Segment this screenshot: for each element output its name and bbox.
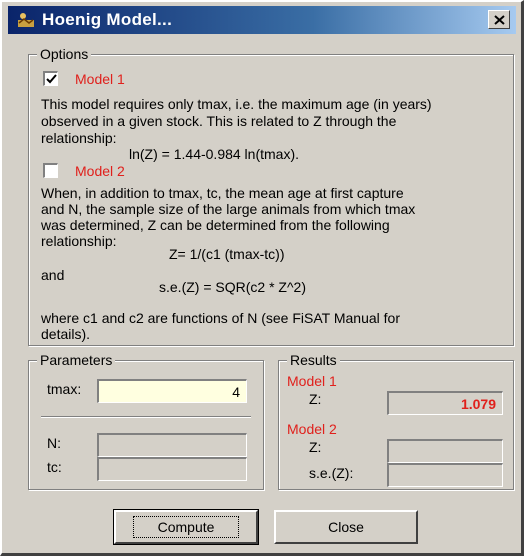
- model2-desc-line4: relationship:: [41, 233, 117, 249]
- n-input[interactable]: [97, 433, 247, 457]
- model2-note-line2: details).: [41, 326, 91, 342]
- hoenig-model-window: Hoenig Model... Options Model 1 This mod…: [0, 0, 524, 556]
- results-legend: Results: [287, 351, 340, 369]
- tc-input[interactable]: [97, 457, 247, 481]
- results-model2-label: Model 2: [287, 421, 337, 437]
- model1-desc-line1: This model requires only tmax, i.e. the …: [41, 96, 432, 112]
- close-icon: [493, 14, 505, 25]
- close-button[interactable]: Close: [274, 510, 418, 544]
- tmax-input[interactable]: 4: [97, 379, 247, 403]
- model1-checkbox[interactable]: [43, 71, 58, 86]
- close-window-button[interactable]: [488, 10, 510, 29]
- model2-desc-line2: and N, the sample size of the large anim…: [41, 201, 416, 217]
- title-bar[interactable]: Hoenig Model...: [8, 6, 516, 34]
- se-label: s.e.(Z):: [309, 465, 354, 481]
- results-model1-label: Model 1: [287, 373, 337, 389]
- model2-desc-line3: was determined, Z can be determined from…: [41, 217, 390, 233]
- tc-label: tc:: [47, 459, 62, 475]
- options-legend: Options: [37, 45, 92, 63]
- z2-output: [387, 439, 503, 463]
- model2-label[interactable]: Model 2: [75, 163, 125, 180]
- parameters-group: Parameters tmax: 4 N: tc:: [28, 351, 264, 490]
- z2-label: Z:: [309, 439, 322, 455]
- options-group: Options Model 1 This model requires only…: [28, 45, 514, 346]
- window-title: Hoenig Model...: [42, 10, 173, 29]
- model2-and: and: [41, 267, 65, 283]
- se-output: [387, 463, 503, 487]
- z1-output: 1.079: [387, 391, 503, 415]
- model2-formula2: s.e.(Z) = SQR(c2 * Z^2): [159, 279, 306, 295]
- model1-formula: ln(Z) = 1.44-0.984 ln(tmax).: [129, 146, 300, 162]
- n-label: N:: [47, 435, 61, 451]
- compute-button-label: Compute: [132, 516, 240, 538]
- checkmark-icon: [45, 74, 57, 84]
- tmax-label: tmax:: [47, 381, 82, 397]
- model1-desc-line3: relationship:: [41, 130, 117, 146]
- compute-button[interactable]: Compute: [113, 509, 259, 545]
- model2-checkbox[interactable]: [43, 163, 58, 178]
- fish-app-icon: [16, 11, 36, 29]
- model1-desc-line2: observed in a given stock. This is relat…: [41, 113, 397, 129]
- model1-label[interactable]: Model 1: [75, 71, 125, 88]
- model2-formula1: Z= 1/(c1 (tmax-tc)): [169, 246, 285, 262]
- z1-label: Z:: [309, 391, 322, 407]
- model2-desc-line1: When, in addition to tmax, tc, the mean …: [41, 185, 404, 201]
- parameters-legend: Parameters: [37, 351, 116, 369]
- model2-note-line1: where c1 and c2 are functions of N (see …: [41, 310, 400, 326]
- parameters-separator: [41, 416, 251, 418]
- close-button-label: Close: [328, 519, 364, 535]
- results-group: Results Model 1 Z: 1.079 Model 2 Z: s.e.…: [278, 351, 514, 490]
